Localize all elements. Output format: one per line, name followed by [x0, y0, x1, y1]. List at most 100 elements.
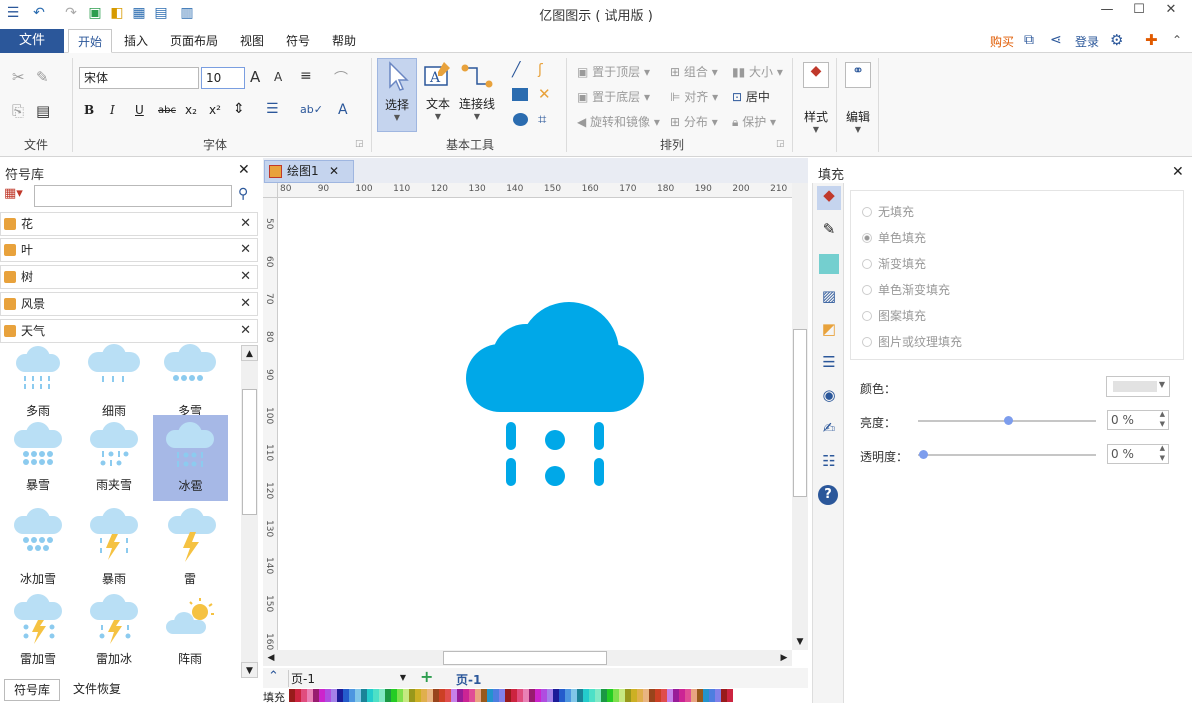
font-color-icon[interactable]: A	[338, 102, 348, 118]
rotate-mirror-button[interactable]: ◀ 旋转和镜像 ▾	[577, 113, 660, 130]
page-properties-icon[interactable]: ☰	[817, 353, 841, 377]
scroll-down-icon[interactable]: ▼	[792, 634, 808, 650]
radio-button-selected[interactable]	[862, 233, 872, 243]
symbol-shower[interactable]: 阵雨	[156, 592, 224, 672]
distribute-button[interactable]: ⊞ 分布 ▾	[670, 113, 718, 130]
scroll-down-icon[interactable]: ▼	[241, 662, 258, 678]
style-button[interactable]: ◆ 样式 ▼	[798, 58, 834, 148]
tab-page-layout[interactable]: 页面布局	[164, 29, 224, 53]
tab-symbol[interactable]: 符号	[278, 29, 318, 53]
spinner-arrows-icon[interactable]: ▲ ▼	[1160, 443, 1165, 463]
share-box-icon[interactable]: ⧉	[1024, 32, 1034, 48]
bring-to-front-button[interactable]: ▣ 置于顶层 ▾	[577, 63, 650, 80]
connector-tool-button[interactable]: 连接线 ▼	[457, 58, 497, 132]
transparency-slider-handle[interactable]	[919, 450, 928, 459]
paste-icon[interactable]: ▤	[36, 102, 50, 120]
add-page-icon[interactable]: +	[420, 667, 433, 686]
scroll-thumb[interactable]	[443, 651, 607, 665]
page-select[interactable]: 页-1 ▼	[288, 670, 410, 687]
italic-icon[interactable]: I	[110, 103, 115, 117]
crosshair-icon[interactable]: ✕	[538, 85, 551, 103]
radio-button[interactable]	[862, 285, 872, 295]
align-text-icon[interactable]: ≡	[300, 68, 312, 84]
close-library-icon[interactable]: ✕	[238, 162, 250, 178]
close-tab-icon[interactable]: ✕	[329, 161, 339, 182]
symbol-sleet[interactable]: 雨夹雪	[80, 418, 148, 498]
close-icon[interactable]: ✕	[240, 293, 251, 315]
fill-option-solid[interactable]: 单色填充	[862, 229, 926, 246]
category-tree[interactable]: 树 ✕	[0, 265, 258, 289]
symbol-thunder[interactable]: 雷	[156, 506, 224, 586]
text-curve-icon[interactable]: ⌒	[334, 68, 348, 88]
select-tool-button[interactable]: 选择 ▼	[377, 58, 417, 132]
page-collapse-icon[interactable]: ⌃	[268, 669, 279, 684]
login-link[interactable]: 登录	[1075, 33, 1099, 50]
symbol-ice-and-snow[interactable]: 冰加雪	[4, 506, 72, 586]
cut-icon[interactable]: ✂	[12, 68, 25, 86]
group-button[interactable]: ⊞ 组合 ▾	[670, 63, 718, 80]
arrange-dialog-launcher-icon[interactable]: ◲	[776, 139, 785, 149]
library-search-input[interactable]	[34, 185, 232, 207]
font-dialog-launcher-icon[interactable]: ◲	[355, 139, 364, 149]
category-flower[interactable]: 花 ✕	[0, 212, 258, 236]
size-button[interactable]: ▮▮ 大小 ▾	[732, 63, 783, 80]
font-size-combo[interactable]: 10	[201, 67, 245, 89]
strikethrough-icon[interactable]: abc	[158, 105, 176, 116]
underline-icon[interactable]: U	[135, 103, 144, 117]
symbol-drizzle[interactable]: 细雨	[80, 344, 148, 424]
fill-option-gradient[interactable]: 渐变填充	[862, 255, 926, 272]
fill-option-single-gradient[interactable]: 单色渐变填充	[862, 281, 950, 298]
transparency-slider[interactable]	[918, 454, 1096, 456]
close-icon[interactable]: ✕	[240, 213, 251, 235]
font-name-combo[interactable]: 宋体	[79, 67, 199, 89]
subscript-icon[interactable]: x₂	[185, 103, 197, 117]
palette-swatch[interactable]	[727, 689, 733, 702]
tab-file-recovery[interactable]: 文件恢复	[64, 679, 130, 701]
document-tab[interactable]: 绘图1 ✕	[264, 160, 354, 183]
tab-insert[interactable]: 插入	[116, 29, 156, 53]
library-menu-icon[interactable]: ▦▾	[4, 186, 23, 201]
radio-button[interactable]	[862, 337, 872, 347]
symbol-heavy-rain[interactable]: 多雨	[4, 344, 72, 424]
shrink-font-icon[interactable]: A	[274, 70, 282, 84]
text-tool-button[interactable]: A 文本 ▼	[420, 58, 456, 132]
tab-home[interactable]: 开始	[68, 29, 112, 53]
close-window-button[interactable]: ✕	[1156, 2, 1186, 22]
settings-gear-icon[interactable]: ⚙	[1110, 31, 1123, 49]
scroll-left-icon[interactable]: ◀	[263, 650, 279, 666]
apps-icon[interactable]: ✚	[1145, 31, 1158, 49]
close-icon[interactable]: ✕	[240, 266, 251, 288]
close-icon[interactable]: ✕	[240, 239, 251, 261]
shadow-icon[interactable]	[819, 254, 839, 274]
superscript-icon[interactable]: x²	[209, 103, 221, 117]
grow-font-icon[interactable]: A	[250, 68, 260, 86]
fill-option-none[interactable]: 无填充	[862, 203, 914, 220]
comment-icon[interactable]: ☷	[817, 452, 841, 476]
bold-icon[interactable]: B	[84, 103, 94, 117]
edit-button[interactable]: ⚭ 编辑 ▼	[840, 58, 876, 148]
text-highlight-icon[interactable]: ab✓	[300, 103, 323, 116]
tab-symbol-library[interactable]: 符号库	[4, 679, 60, 701]
radio-button[interactable]	[862, 259, 872, 269]
scroll-right-icon[interactable]: ▶	[776, 650, 792, 666]
symbol-thunder-snow[interactable]: 雷加雪	[4, 592, 72, 672]
tab-view[interactable]: 视图	[232, 29, 272, 53]
spinner-arrows-icon[interactable]: ▲ ▼	[1160, 409, 1165, 429]
category-scenery[interactable]: 风景 ✕	[0, 292, 258, 316]
brightness-input[interactable]: 0 % ▲ ▼	[1107, 410, 1169, 430]
scroll-thumb[interactable]	[793, 329, 807, 497]
symbol-storm[interactable]: 暴雨	[80, 506, 148, 586]
close-icon[interactable]: ✕	[240, 320, 251, 342]
search-icon[interactable]: ⚲	[238, 186, 248, 202]
symbol-much-snow[interactable]: 多雪	[156, 344, 224, 424]
fill-icon[interactable]: ◆	[817, 186, 841, 210]
center-button[interactable]: ⊡ 居中	[732, 88, 770, 105]
crop-icon[interactable]: ⌗	[538, 110, 546, 128]
symbol-hail-selected[interactable]: 冰雹	[153, 415, 228, 501]
symbol-thunder-ice[interactable]: 雷加冰	[80, 592, 148, 672]
fill-option-pattern[interactable]: 图案填充	[862, 307, 926, 324]
fill-option-picture[interactable]: 图片或纹理填充	[862, 333, 962, 350]
color-palette[interactable]	[289, 689, 733, 702]
bullet-list-icon[interactable]: ☰	[266, 101, 279, 117]
help-icon[interactable]: ?	[818, 485, 838, 505]
